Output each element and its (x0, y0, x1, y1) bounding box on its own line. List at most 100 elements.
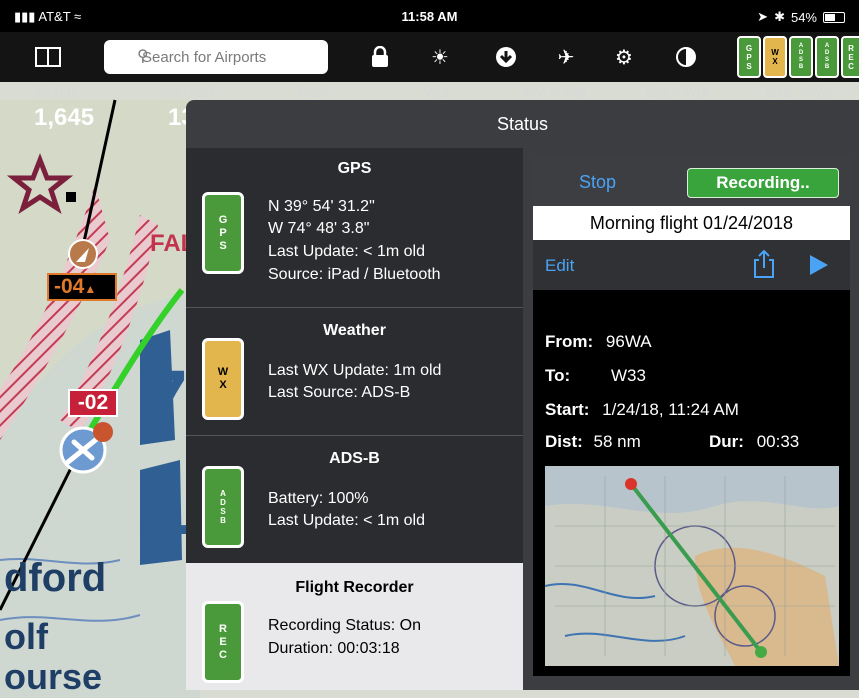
traffic-tag-2: -02 (68, 389, 118, 417)
tile-letter: A (798, 43, 804, 49)
recorder-title: Flight Recorder (295, 579, 414, 596)
tile-letter: A (220, 489, 226, 498)
status-right: ➤ ✱ 54% (757, 9, 845, 25)
gear-icon: ⚙ (615, 46, 633, 69)
from-row: From: 96WA (545, 332, 652, 352)
tile-letter: W (771, 48, 779, 57)
tile-letter: D (220, 498, 226, 507)
traffic-tag-2-text: -02 (77, 391, 109, 414)
sun-icon: ☀ (431, 46, 449, 69)
wx-last-update: Last WX Update: 1m old (268, 362, 442, 379)
adsb-status-tile[interactable]: A D S B (789, 36, 813, 78)
tile-letter: S (798, 57, 803, 63)
airplane-button[interactable]: ✈ (548, 42, 584, 72)
tile-letter: S (220, 507, 226, 516)
wpt-label: Wpt (424, 84, 449, 100)
flight-recorder-section[interactable]: Flight Recorder R E C Recording Status: … (186, 563, 523, 690)
night-mode-button[interactable] (668, 42, 704, 72)
track-label: Track (296, 84, 331, 100)
weather-section[interactable]: Weather W X Last WX Update: 1m old Last … (186, 308, 523, 436)
instrument-strip[interactable]: Alt (Ft) GS (Kts) Track Wpt NM > Wpt Brg… (0, 82, 859, 102)
from-label: From: (545, 332, 594, 351)
gps-source: Source: iPad / Bluetooth (268, 266, 441, 283)
status-title: Status (496, 114, 549, 134)
rec-status-tile[interactable]: R E C (841, 36, 859, 78)
search-icon: ⚲ (137, 48, 149, 65)
map-label-ourse: ourse (4, 656, 103, 697)
recording-button[interactable]: Recording.. (687, 168, 839, 198)
gps-latitude: N 39° 54' 31.2" (268, 198, 375, 215)
to-row: To: W33 (545, 366, 646, 386)
edit-button[interactable]: Edit (545, 256, 574, 276)
tile-letter: S (824, 57, 829, 63)
dur-label: Dur: (709, 432, 744, 451)
tile-letter: G (218, 213, 228, 226)
rec-tile: R E C (202, 601, 244, 683)
tile-letter: E (848, 52, 854, 62)
dist-value: 58 nm (593, 432, 641, 451)
adsb-tile: A D S B (202, 466, 244, 548)
bluetooth-icon: ✱ (774, 9, 785, 24)
brightness-button[interactable]: ☀ (422, 42, 458, 72)
download-icon (496, 47, 516, 67)
gps-status-tile[interactable]: G P S (737, 36, 761, 78)
map-label-dford: dford (4, 556, 107, 600)
battery-percent: 54% (790, 9, 817, 25)
tile-letter: P (219, 226, 227, 239)
recording-duration: Duration: 00:03:18 (268, 640, 400, 657)
status-popover: Status GPS G P S N 39° 54' 31.2" W 74° 4… (186, 100, 859, 690)
to-value: W33 (611, 366, 646, 385)
split-view-button[interactable] (30, 42, 66, 72)
wx-status-tile[interactable]: W X (763, 36, 787, 78)
download-button[interactable] (488, 42, 524, 72)
map-label-4: 4 (140, 469, 188, 565)
flight-track-map[interactable] (545, 466, 839, 666)
main-toolbar: ⚲ Search for Airports ☀ ✈ ⚙ G P S W X A … (0, 32, 859, 82)
wx-last-source: Last Source: ADS-B (268, 384, 411, 401)
tile-letter: X (772, 57, 778, 66)
tile-letter: R (219, 622, 227, 635)
adsb-battery: Battery: 100% (268, 490, 369, 507)
gps-title: GPS (337, 160, 372, 177)
tile-letter: C (848, 61, 854, 71)
gs-label: GS (Kts) (160, 84, 214, 100)
adsb-2-status-tile[interactable]: A D S B (815, 36, 839, 78)
tile-letter: E (219, 635, 227, 648)
wx-tile: W X (202, 338, 244, 420)
map-label-7: 7 (140, 353, 188, 449)
adsb-section[interactable]: ADS-B A D S B Battery: 100% Last Update:… (186, 436, 523, 563)
dur-value: 00:33 (756, 432, 800, 451)
tile-letter: C (219, 648, 227, 661)
dist-row: Dist: 58 nm (545, 432, 641, 452)
lock-icon (372, 46, 388, 67)
tile-letter: S (746, 61, 752, 71)
gps-tile: G P S (202, 192, 244, 274)
map-label-olf: olf (4, 616, 48, 657)
stop-button[interactable]: Stop (579, 172, 616, 193)
start-row: Start: 1/24/18, 11:24 AM (545, 400, 739, 420)
start-value: 1/24/18, 11:24 AM (602, 400, 739, 419)
track-map-graphics (545, 466, 839, 666)
tile-letter: D (798, 50, 804, 56)
tile-letter: A (824, 43, 830, 49)
share-icon[interactable] (753, 250, 775, 278)
tile-letter: B (220, 516, 226, 525)
airplane-icon: ✈ (557, 46, 575, 69)
tile-letter: W (217, 366, 229, 378)
tile-letter: X (219, 379, 227, 391)
brg-wpt-label: Brg > Wpt (646, 84, 709, 100)
gps-last-update: Last Update: < 1m old (268, 243, 425, 260)
dist-label: Dist: (545, 432, 583, 451)
settings-button[interactable]: ⚙ (606, 42, 642, 72)
start-label: Start: (545, 400, 590, 419)
ios-status-bar: ▮▮▮ AT&T ≈ 11:58 AM ➤ ✱ 54% (0, 0, 859, 32)
battery-icon (823, 11, 845, 23)
to-label: To: (545, 366, 571, 385)
play-icon[interactable] (809, 254, 829, 276)
gps-section[interactable]: GPS G P S N 39° 54' 31.2" W 74° 48' 3.8"… (186, 148, 523, 308)
search-placeholder: Search for Airports (142, 48, 267, 66)
recorder-tools: Edit (533, 240, 850, 290)
search-input[interactable]: ⚲ Search for Airports (104, 40, 328, 74)
lock-button[interactable] (362, 42, 398, 72)
tile-letter: D (824, 50, 830, 56)
